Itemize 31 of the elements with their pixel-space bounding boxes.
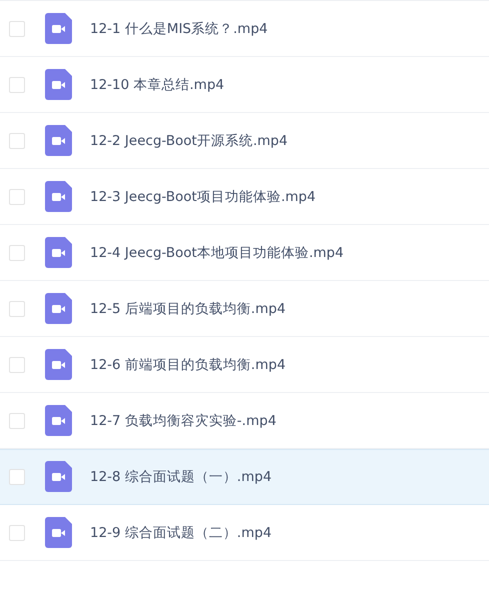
checkbox[interactable]	[9, 20, 25, 36]
checkbox[interactable]	[9, 468, 25, 484]
checkbox[interactable]	[9, 412, 25, 428]
file-name: 12-4 Jeecg-Boot本地项目功能体验.mp4	[90, 244, 344, 262]
video-file-icon	[45, 349, 72, 380]
checkbox[interactable]	[9, 188, 25, 204]
video-file-icon	[45, 237, 72, 268]
checkbox[interactable]	[9, 524, 25, 540]
checkbox[interactable]	[9, 300, 25, 316]
file-row[interactable]: 12-8 综合面试题（一）.mp4	[0, 449, 489, 505]
video-file-icon	[45, 181, 72, 212]
video-file-icon	[45, 517, 72, 548]
checkbox[interactable]	[9, 132, 25, 148]
video-file-icon	[45, 461, 72, 492]
checkbox[interactable]	[9, 244, 25, 260]
checkbox[interactable]	[9, 76, 25, 92]
video-file-icon	[45, 69, 72, 100]
file-name: 12-3 Jeecg-Boot项目功能体验.mp4	[90, 188, 316, 206]
checkbox[interactable]	[9, 356, 25, 372]
file-name: 12-2 Jeecg-Boot开源系统.mp4	[90, 132, 288, 150]
file-name: 12-6 前端项目的负载均衡.mp4	[90, 356, 286, 374]
video-file-icon	[45, 125, 72, 156]
file-name: 12-1 什么是MIS系统？.mp4	[90, 20, 268, 38]
video-file-icon	[45, 13, 72, 44]
file-name: 12-5 后端项目的负载均衡.mp4	[90, 300, 286, 318]
file-name: 12-8 综合面试题（一）.mp4	[90, 468, 272, 486]
video-file-icon	[45, 293, 72, 324]
file-name: 12-7 负载均衡容灾实验-.mp4	[90, 412, 276, 430]
video-file-icon	[45, 405, 72, 436]
file-name: 12-9 综合面试题（二）.mp4	[90, 524, 272, 542]
file-name: 12-10 本章总结.mp4	[90, 76, 224, 94]
